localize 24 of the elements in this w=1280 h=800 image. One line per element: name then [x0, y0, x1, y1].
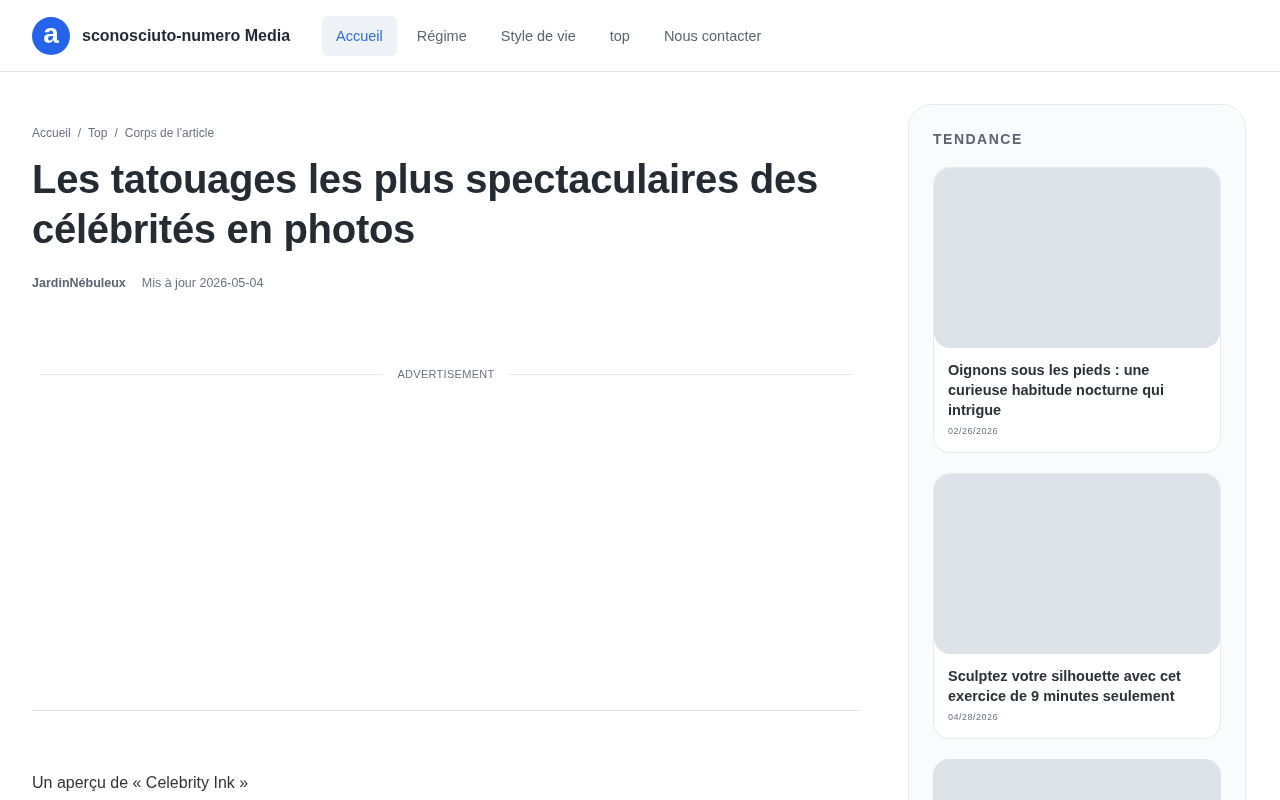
article-text: Un aperçu de « Celebrity Ink » [32, 773, 250, 793]
nav-link[interactable]: Régime [402, 15, 481, 56]
author-name[interactable]: JardinNébuleux [32, 276, 126, 290]
breadcrumb-separator: / [114, 126, 118, 140]
article-title: Les tatouages les plus spectaculaires des célébrités en photos [32, 156, 819, 253]
card-date: 02/26/2026 [948, 426, 1000, 436]
nav-link[interactable]: Accueil [322, 15, 397, 56]
article-card[interactable]: Oignons sous les pieds : une curieuse habitude nocturne qui intrigue 02/26/2026 [933, 167, 1221, 453]
breadcrumb-link[interactable]: Accueil [32, 126, 71, 140]
breadcrumb-link[interactable]: Corps de l’article [124, 126, 215, 140]
breadcrumb-separator: / [77, 126, 82, 140]
updated-date: Mis à jour 2026-05-04 [141, 276, 264, 290]
nav-link[interactable]: Style de vie [486, 15, 590, 56]
breadcrumb-link[interactable]: Top [88, 126, 108, 140]
article-card[interactable]: Sculptez votre silhouette avec cet exercice de 9 minutes seulement 04/28/2026 [933, 473, 1221, 739]
site-name[interactable]: sconosciuto-numero Media [82, 26, 291, 45]
logo-icon[interactable]: a [32, 16, 70, 55]
card-date: 04/28/2026 [948, 712, 1000, 722]
nav-link[interactable]: Nous contacter [649, 15, 776, 56]
card-title: Sculptez votre silhouette avec cet exercice de 9 minutes seulement [948, 667, 1182, 706]
card-title: Oignons sous les pieds : une curieuse habitude nocturne qui intrigue [948, 361, 1165, 420]
nav-link[interactable]: top [595, 15, 644, 56]
section-heading: TENDANCE [933, 131, 1024, 147]
advertisement-label: ADVERTISEMENT [397, 368, 495, 380]
